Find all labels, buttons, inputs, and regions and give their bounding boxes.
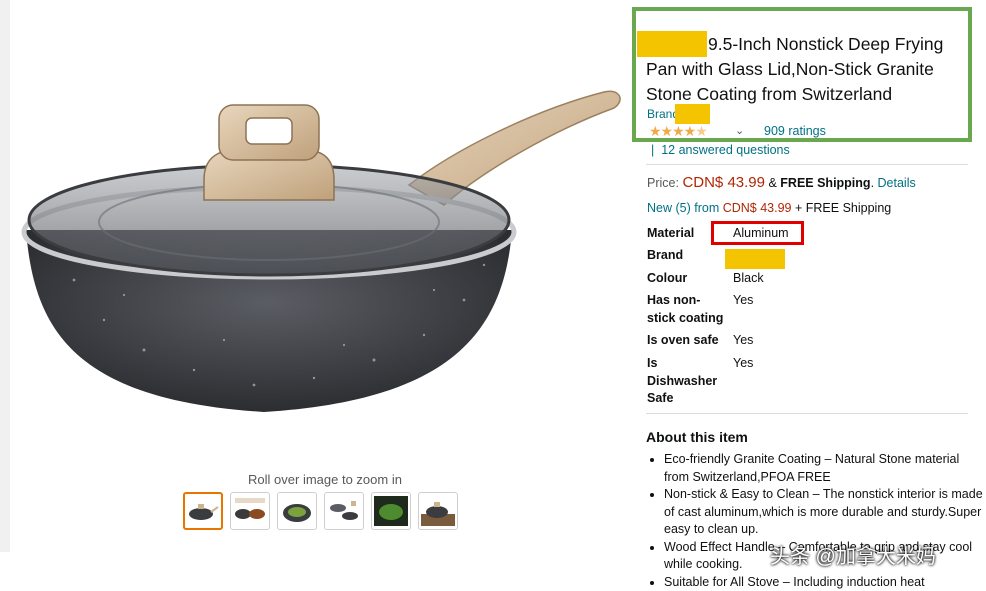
thumbnail-3[interactable]	[277, 492, 317, 530]
free-shipping-label: FREE Shipping	[780, 176, 870, 190]
pan-parts-thumbnail-icon	[327, 496, 361, 526]
pan-food-thumbnail-icon	[280, 496, 314, 526]
spec-label-dishwasher: Is Dishwasher Safe	[647, 355, 722, 408]
thumbnail-5[interactable]	[371, 492, 411, 530]
price-row: Price: CDN$ 43.99 & FREE Shipping. Detai…	[647, 174, 916, 191]
spec-label-oven-safe: Is oven safe	[647, 332, 727, 350]
new-offers-row[interactable]: New (5) from CDN$ 43.99 + FREE Shipping	[647, 201, 891, 215]
page-edge-strip	[0, 0, 10, 552]
new-offers-shipping: + FREE Shipping	[795, 201, 891, 215]
thumbnail-strip	[183, 492, 458, 530]
thumbnail-1[interactable]	[183, 492, 223, 530]
list-item: Eco-friendly Granite Coating – Natural S…	[664, 451, 986, 486]
spec-label-colour: Colour	[647, 270, 727, 288]
divider	[646, 164, 968, 165]
pan-features-thumbnail-icon	[233, 496, 267, 526]
answered-questions[interactable]: | 12 answered questions	[651, 143, 790, 157]
spec-label-non-stick: Has non-stick coating	[647, 292, 727, 327]
pan-kitchen-thumbnail-icon	[421, 496, 455, 526]
main-product-image[interactable]	[14, 0, 634, 470]
new-offers-label[interactable]: New (5) from	[647, 201, 719, 215]
spec-value-oven-safe: Yes	[733, 332, 753, 350]
about-section-title: About this item	[646, 429, 748, 445]
product-title: 9.5-Inch Nonstick Deep Frying Pan with G…	[646, 32, 971, 107]
pan-cooking-thumbnail-icon	[374, 496, 408, 526]
ratings-link[interactable]: 909 ratings	[764, 124, 826, 138]
spec-value-dishwasher: Yes	[733, 355, 753, 373]
list-item: Non-stick & Easy to Clean – The nonstick…	[664, 486, 986, 539]
answered-questions-link[interactable]: 12 answered questions	[661, 143, 790, 157]
list-item: Suitable for All Stove – Including induc…	[664, 574, 986, 591]
frying-pan-illustration	[14, 0, 634, 470]
chevron-down-icon[interactable]: ⌄	[735, 124, 744, 137]
redacted-brand-value	[725, 249, 785, 269]
pan-thumbnail-icon	[187, 498, 219, 524]
separator-bar: |	[651, 143, 661, 157]
spec-value-non-stick: Yes	[733, 292, 753, 310]
spec-label-brand: Brand	[647, 247, 727, 265]
price-label: Price:	[647, 176, 679, 190]
redacted-brand-link	[675, 104, 710, 124]
shipping-prefix: &	[768, 176, 780, 190]
thumbnail-2[interactable]	[230, 492, 270, 530]
price-value: CDN$ 43.99	[682, 174, 765, 191]
details-link[interactable]: Details	[878, 176, 916, 190]
thumbnail-6[interactable]	[418, 492, 458, 530]
watermark-text: 头条 @加拿大米妈	[770, 540, 936, 569]
zoom-hint-text: Roll over image to zoom in	[200, 472, 450, 487]
spec-value-colour: Black	[733, 270, 764, 288]
star-rating[interactable]: ★★★★★	[649, 123, 707, 140]
new-offers-price: CDN$ 43.99	[723, 201, 792, 215]
thumbnail-4[interactable]	[324, 492, 364, 530]
material-highlight-box	[711, 221, 804, 245]
divider	[646, 413, 968, 414]
about-bullet-list: Eco-friendly Granite Coating – Natural S…	[650, 451, 986, 591]
